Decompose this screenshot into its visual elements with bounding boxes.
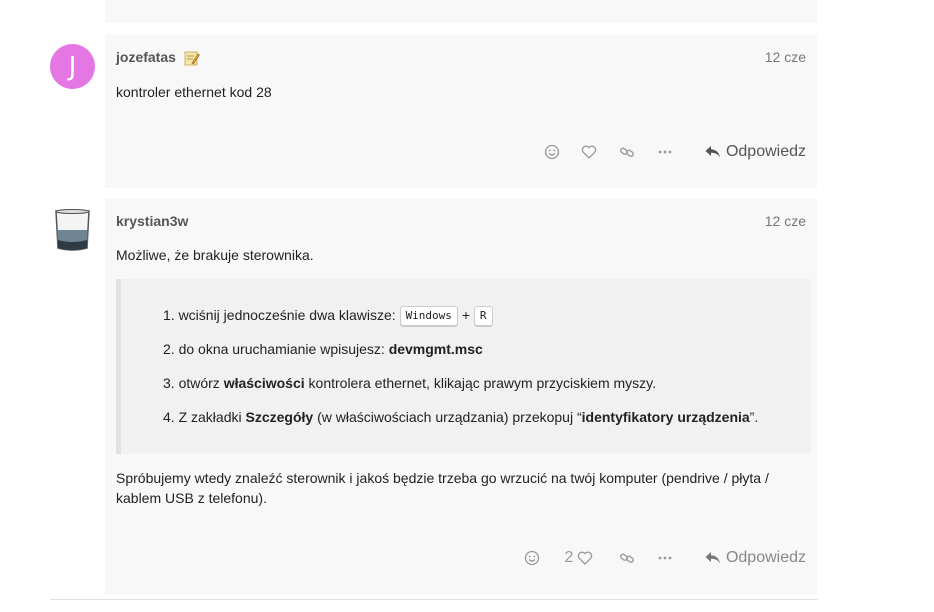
instruction-list: 1. wciśnij jednocześnie dwa klawisze: Wi… [116,279,811,454]
post-date[interactable]: 12 cze [765,213,806,229]
heart-icon[interactable] [570,137,608,167]
list-item: 3. otwórz właściwości kontrolera etherne… [163,373,656,393]
post-actions: Odpowiedz [534,137,806,167]
post-jozefatas: jozefatas 12 cze kontroler ethernet kod … [105,34,817,188]
reply-arrow-icon [705,552,720,564]
post-body: kontroler ethernet kod 28 [116,84,272,100]
smile-icon[interactable] [514,543,550,573]
more-icon[interactable] [646,543,684,573]
post-outro-line1: Spróbujemy wtedy znaleźć sterownik i jak… [116,470,769,486]
edit-note-icon [184,51,200,66]
post-actions: 2 Odpowiedz [514,543,806,573]
post-date[interactable]: 12 cze [765,49,806,65]
divider [50,599,818,600]
list-item: 4. Z zakładki Szczegóły (w właściwościac… [163,407,758,427]
avatar[interactable] [50,208,95,253]
reply-button[interactable]: Odpowiedz [704,137,806,167]
avatar[interactable]: J [50,44,95,89]
heart-icon [578,551,593,565]
list-item: 1. wciśnij jednocześnie dwa klawisze: Wi… [163,305,493,327]
like-button[interactable]: 2 [550,543,608,573]
step4-suffix: ”. [749,409,759,425]
previous-post-bottom [105,0,817,23]
more-icon[interactable] [646,137,684,167]
step3-prefix: 3. otwórz [163,375,220,391]
step2-command: devmgmt.msc [388,341,483,357]
post-krystian3w: krystian3w 12 cze Możliwe, że brakuje st… [105,199,817,595]
step4-bold-ids: identyfikatory urządzenia [581,409,750,425]
link-icon[interactable] [608,137,646,167]
plus-sign: + [461,307,470,323]
kbd-r: R [473,306,493,327]
avatar-letter: J [68,51,77,82]
like-count: 2 [564,549,574,566]
step1-text: 1. wciśnij jednocześnie dwa klawisze: [163,307,396,323]
username[interactable]: krystian3w [116,213,188,229]
list-item: 2. do okna uruchamianie wpisujesz: devmg… [163,339,483,359]
reply-label: Odpowiedz [725,549,806,566]
step3-suffix: kontrolera ethernet, klikając prawym prz… [308,375,657,391]
username[interactable]: jozefatas [116,49,176,65]
link-icon[interactable] [608,543,646,573]
smile-icon[interactable] [534,137,570,167]
step4-bold-tab: Szczegóły [245,409,314,425]
post-intro: Możliwe, że brakuje sterownika. [116,247,314,263]
glass-avatar-icon [55,209,90,251]
step4-prefix: 4. Z zakładki [163,409,242,425]
reply-arrow-icon [705,146,720,158]
reply-label: Odpowiedz [725,143,806,160]
reply-button[interactable]: Odpowiedz [704,543,806,573]
step2-text: 2. do okna uruchamianie wpisujesz: [163,341,385,357]
kbd-windows: Windows [399,306,458,327]
post-outro-line2: kablem USB z telefonu). [116,490,267,506]
step4-mid: (w właściwościach urządzania) przekopuj … [317,409,582,425]
step3-bold: właściwości [223,375,305,391]
